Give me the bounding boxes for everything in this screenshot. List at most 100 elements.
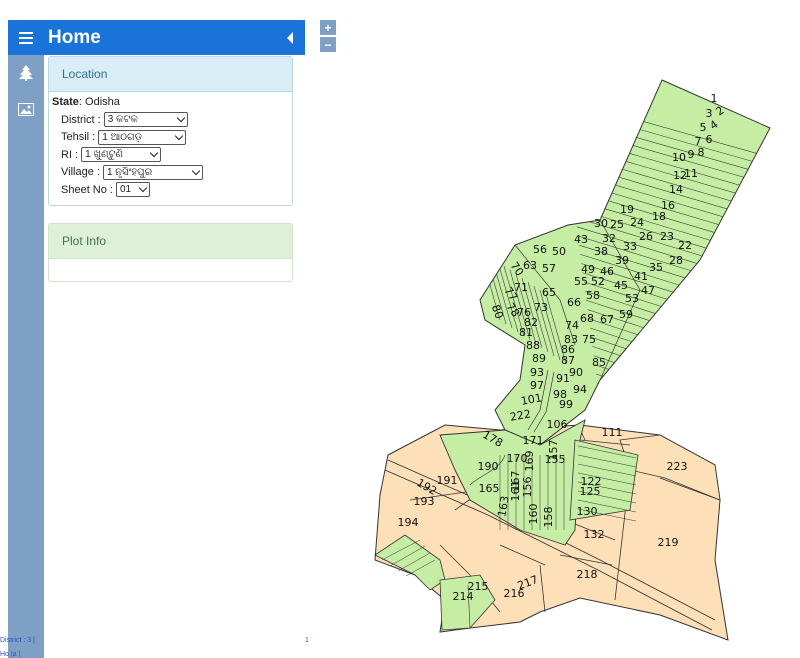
plot-number-38[interactable]: 38 xyxy=(594,245,608,258)
plot-number-32[interactable]: 32 xyxy=(602,232,616,245)
plot-number-99[interactable]: 99 xyxy=(559,398,573,411)
plot-number-111[interactable]: 111 xyxy=(602,426,623,439)
plot-number-6[interactable]: 6 xyxy=(706,133,713,146)
plot-number-24[interactable]: 24 xyxy=(630,216,644,229)
plot-number-101[interactable]: 101 xyxy=(520,391,543,407)
plot-number-158[interactable]: 158 xyxy=(542,507,555,528)
plot-number-223[interactable]: 223 xyxy=(667,460,688,473)
zoom-out-button[interactable]: − xyxy=(320,37,336,52)
plot-number-30[interactable]: 30 xyxy=(594,217,608,230)
sheet-select[interactable]: 01 xyxy=(115,182,150,198)
plot-number-93[interactable]: 93 xyxy=(530,366,544,379)
plot-number-50[interactable]: 50 xyxy=(552,245,566,258)
plot-number-167[interactable]: 167 xyxy=(509,471,522,492)
zoom-in-button[interactable]: + xyxy=(320,20,336,35)
plot-number-4[interactable]: 4 xyxy=(707,118,720,133)
plot-number-23[interactable]: 23 xyxy=(660,230,674,243)
chevron-down-icon xyxy=(175,131,184,140)
plot-number-160[interactable]: 160 xyxy=(527,504,540,525)
plot-number-163[interactable]: 163 xyxy=(495,495,511,518)
plot-number-130[interactable]: 130 xyxy=(577,505,598,518)
plot-number-74[interactable]: 74 xyxy=(565,319,579,332)
sheet-label: Sheet No : xyxy=(61,183,113,196)
plot-number-10[interactable]: 10 xyxy=(672,151,686,164)
plot-number-80[interactable]: 80 xyxy=(489,303,506,321)
plot-number-18[interactable]: 18 xyxy=(652,210,666,223)
plot-number-1[interactable]: 1 xyxy=(711,92,718,105)
plot-number-8[interactable]: 8 xyxy=(698,146,705,159)
plot-number-218[interactable]: 218 xyxy=(577,568,598,581)
plot-number-28[interactable]: 28 xyxy=(669,254,683,267)
image-icon[interactable] xyxy=(8,91,44,127)
district-select[interactable]: 3 କଟକ xyxy=(103,112,188,128)
plot-number-19[interactable]: 19 xyxy=(620,203,634,216)
plot-number-22[interactable]: 22 xyxy=(678,239,692,252)
plot-info-title[interactable]: Plot Info xyxy=(49,224,292,259)
plot-number-35[interactable]: 35 xyxy=(649,261,663,274)
plot-number-191[interactable]: 191 xyxy=(437,474,458,487)
plot-number-68[interactable]: 68 xyxy=(580,312,594,325)
plot-number-25[interactable]: 25 xyxy=(610,218,624,231)
location-panel-title[interactable]: Location xyxy=(49,57,292,92)
plot-number-26[interactable]: 26 xyxy=(639,230,653,243)
plot-info-panel: Plot Info xyxy=(48,223,293,282)
plot-number-190[interactable]: 190 xyxy=(478,460,499,473)
plot-number-222[interactable]: 222 xyxy=(509,407,532,423)
plot-number-52[interactable]: 52 xyxy=(591,275,605,288)
plot-number-14[interactable]: 14 xyxy=(669,183,683,196)
plot-number-215[interactable]: 215 xyxy=(468,580,489,593)
tehsil-select[interactable]: 1 ଆଠଗଡ଼ xyxy=(98,129,187,145)
plot-number-178[interactable]: 178 xyxy=(480,428,505,450)
plot-number-193[interactable]: 193 xyxy=(414,495,435,508)
plot-number-125[interactable]: 125 xyxy=(580,485,601,498)
plot-number-156[interactable]: 156 xyxy=(521,477,534,498)
tree-icon[interactable] xyxy=(8,55,44,91)
plot-number-165[interactable]: 165 xyxy=(479,482,500,495)
menu-icon[interactable] xyxy=(8,20,44,55)
plot-number-171[interactable]: 171 xyxy=(523,434,544,447)
plot-number-89[interactable]: 89 xyxy=(532,352,546,365)
zoom-control: + − xyxy=(320,20,336,54)
plot-number-219[interactable]: 219 xyxy=(658,536,679,549)
plot-number-53[interactable]: 53 xyxy=(625,292,639,305)
collapse-arrow-icon[interactable] xyxy=(275,20,305,55)
plot-number-82[interactable]: 82 xyxy=(524,316,538,329)
plot-number-12[interactable]: 12 xyxy=(673,169,687,182)
status-text-second: Ho |a | xyxy=(0,651,21,658)
plot-number-9[interactable]: 9 xyxy=(688,148,695,161)
plot-number-75[interactable]: 75 xyxy=(582,333,596,346)
plot-number-67[interactable]: 67 xyxy=(600,313,614,326)
plot-number-73[interactable]: 73 xyxy=(534,301,548,314)
plot-number-97[interactable]: 97 xyxy=(530,379,544,392)
plot-number-39[interactable]: 39 xyxy=(615,254,629,267)
plot-number-56[interactable]: 56 xyxy=(533,243,547,256)
ri-select[interactable]: 1 ଖୁଣ୍ଟୁଣି xyxy=(81,147,162,163)
plot-number-43[interactable]: 43 xyxy=(574,233,588,246)
plot-number-217[interactable]: 217 xyxy=(516,573,540,592)
chevron-down-icon xyxy=(149,149,159,158)
plot-number-47[interactable]: 47 xyxy=(641,284,655,297)
plot-number-45[interactable]: 45 xyxy=(614,279,628,292)
plot-number-59[interactable]: 59 xyxy=(619,308,633,321)
chevron-down-icon xyxy=(176,114,185,123)
plot-number-194[interactable]: 194 xyxy=(398,516,419,529)
plot-number-88[interactable]: 88 xyxy=(526,339,540,352)
plot-number-33[interactable]: 33 xyxy=(623,240,637,253)
plot-number-170[interactable]: 170 xyxy=(507,452,528,465)
plot-number-41[interactable]: 41 xyxy=(634,270,648,283)
plot-number-91[interactable]: 91 xyxy=(556,372,570,385)
plot-number-106[interactable]: 106 xyxy=(547,418,568,431)
plot-number-58[interactable]: 58 xyxy=(586,289,600,302)
plot-number-94[interactable]: 94 xyxy=(573,383,587,396)
plot-number-55[interactable]: 55 xyxy=(574,275,588,288)
village-select[interactable]: 1 ନୃସିଂହପୁର xyxy=(102,164,203,180)
plot-number-90[interactable]: 90 xyxy=(569,366,583,379)
plot-number-2[interactable]: 2 xyxy=(713,104,726,119)
plot-number-57[interactable]: 57 xyxy=(542,262,556,275)
plot-number-85[interactable]: 85 xyxy=(592,356,606,369)
plot-number-65[interactable]: 65 xyxy=(542,286,556,299)
plot-number-66[interactable]: 66 xyxy=(567,296,581,309)
location-panel: Location State: Odisha District : 3 କଟକ … xyxy=(48,56,293,206)
plot-number-132[interactable]: 132 xyxy=(584,528,605,541)
plot-number-157[interactable]: 157 xyxy=(547,440,560,461)
